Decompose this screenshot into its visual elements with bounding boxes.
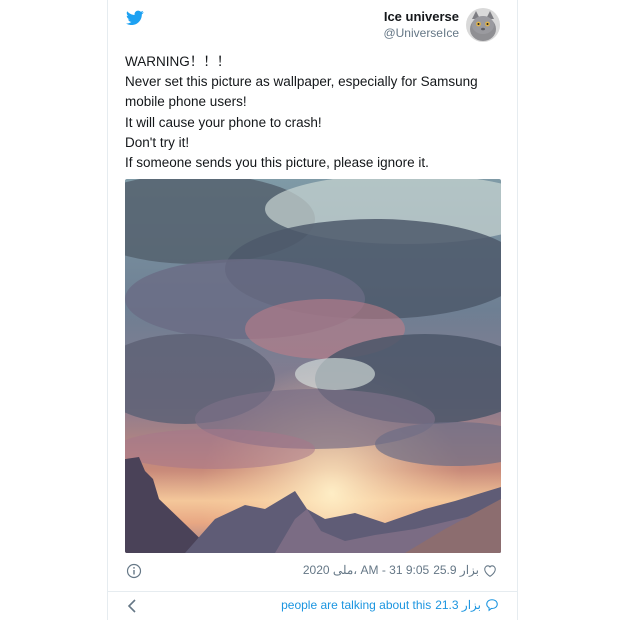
twitter-bird-icon[interactable] (126, 10, 144, 26)
tweet-author[interactable]: Ice universe @UniverseIce (383, 9, 459, 41)
tweet-line: If someone sends you this picture, pleas… (125, 155, 429, 171)
tweet-text: WARNING！！！ Never set this picture as wal… (125, 52, 505, 173)
tweet-line: Don't try it! (125, 134, 190, 150)
chevron-left-icon[interactable] (127, 599, 137, 613)
tweet-line: Never set this picture as wallpaper, esp… (125, 74, 478, 90)
author-name[interactable]: Ice universe (383, 9, 459, 25)
like-count[interactable]: 25.9 بزار (433, 563, 479, 577)
talking-text[interactable]: people are talking about this (281, 598, 431, 612)
cat-avatar-icon[interactable] (466, 8, 500, 42)
people-talking-link[interactable]: people are talking about this 21.3 بزار (281, 598, 499, 612)
info-icon[interactable] (126, 563, 142, 579)
tweet-line: It will cause your phone to crash! (125, 114, 322, 130)
talking-count[interactable]: 21.3 بزار (435, 598, 481, 612)
tweet-meta: 2020 ملى، AM - 31 9:05 25.9 بزار (303, 563, 497, 577)
tweet-line: WARNING！！！ (125, 54, 231, 69)
author-handle[interactable]: @UniverseIce (383, 25, 459, 41)
embedded-tweet-card: Ice universe @UniverseIce WARNING！！！ Nev… (107, 0, 518, 620)
tweet-line: mobile phone users! (125, 94, 247, 110)
heart-icon[interactable] (483, 564, 497, 577)
tweet-photo[interactable] (125, 179, 501, 553)
divider (108, 591, 517, 592)
reply-bubble-icon[interactable] (485, 598, 499, 612)
tweet-timestamp[interactable]: 2020 ملى، AM - 31 9:05 (303, 563, 429, 577)
